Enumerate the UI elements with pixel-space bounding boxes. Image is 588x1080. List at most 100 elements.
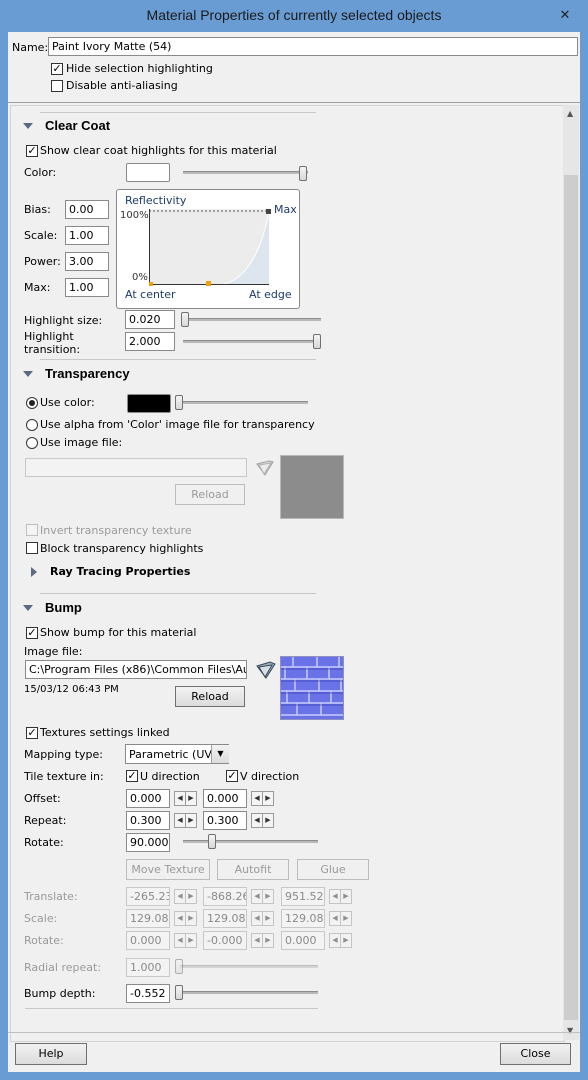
close-icon[interactable]: ✕ bbox=[558, 9, 572, 23]
textures-linked-checkbox[interactable]: ✓ bbox=[26, 727, 38, 739]
clear-coat-color-swatch[interactable] bbox=[126, 163, 170, 182]
use-image-radio[interactable] bbox=[26, 437, 38, 449]
bump-depth-field[interactable]: -0.552 bbox=[126, 984, 170, 1003]
glue-button[interactable]: Glue bbox=[297, 859, 369, 880]
scroll-up-icon[interactable]: ▲ bbox=[567, 109, 573, 118]
highlight-size-label: Highlight size: bbox=[24, 314, 103, 327]
reflectivity-graph[interactable]: Reflectivity 100% 0% Max At center At ed… bbox=[116, 189, 300, 309]
offset-v-stepper[interactable]: ◀ ▶ bbox=[251, 791, 274, 806]
translate-y-field[interactable]: -868.26 bbox=[203, 887, 247, 906]
highlight-transition-slider-thumb[interactable] bbox=[313, 334, 321, 349]
chevron-down-icon[interactable]: ▼ bbox=[211, 745, 229, 763]
scrollbar[interactable]: ▲ ▼ bbox=[563, 105, 579, 1040]
scrollbar-thumb[interactable] bbox=[564, 175, 578, 1020]
graph-x-right: At edge bbox=[249, 288, 292, 301]
repeat-u-stepper[interactable]: ◀ ▶ bbox=[174, 813, 197, 828]
mapping-type-select[interactable]: Parametric (UV) ▼ bbox=[125, 744, 229, 764]
scroll-down-icon[interactable]: ▼ bbox=[567, 1026, 573, 1035]
translate-z-stepper[interactable]: ◀ ▶ bbox=[329, 889, 352, 904]
triangle-down-icon[interactable] bbox=[23, 605, 33, 611]
repeat-v-stepper[interactable]: ◀ ▶ bbox=[251, 813, 274, 828]
transparency-color-swatch[interactable] bbox=[127, 394, 171, 413]
disable-antialias-checkbox[interactable] bbox=[51, 80, 63, 92]
scale-z-stepper[interactable]: ◀ ▶ bbox=[329, 911, 352, 926]
rotate-x-stepper[interactable]: ◀ ▶ bbox=[174, 933, 197, 948]
dialog-client: Name: Paint Ivory Matte (54) ✓ Hide sele… bbox=[8, 32, 580, 1072]
triangle-down-icon[interactable] bbox=[23, 371, 33, 377]
scale-y-stepper[interactable]: ◀ ▶ bbox=[251, 911, 274, 926]
hide-selection-checkbox[interactable]: ✓ bbox=[51, 63, 63, 75]
highlight-size-slider-thumb[interactable] bbox=[181, 312, 189, 327]
repeat-u-field[interactable]: 0.300 bbox=[126, 811, 170, 830]
bump-depth-slider-thumb[interactable] bbox=[175, 985, 183, 1000]
bump-timestamp: 15/03/12 06:43 PM bbox=[24, 684, 119, 695]
highlight-size-field[interactable]: 0.020 bbox=[125, 310, 175, 329]
radial-repeat-slider-track[interactable] bbox=[180, 965, 318, 968]
transparency-reload-button[interactable]: Reload bbox=[175, 484, 245, 505]
invert-transparency-checkbox[interactable] bbox=[26, 524, 38, 536]
autofit-button[interactable]: Autofit bbox=[217, 859, 289, 880]
use-color-radio[interactable] bbox=[26, 397, 38, 409]
translate-z-field[interactable]: 951.525 bbox=[281, 887, 325, 906]
repeat-v-field[interactable]: 0.300 bbox=[203, 811, 247, 830]
use-alpha-radio[interactable] bbox=[26, 419, 38, 431]
rotate-slider-track[interactable] bbox=[183, 840, 318, 843]
scale-x-stepper[interactable]: ◀ ▶ bbox=[174, 911, 197, 926]
block-transparency-checkbox[interactable] bbox=[26, 542, 38, 554]
scale-field[interactable]: 1.00 bbox=[65, 226, 109, 245]
show-bump-label: Show bump for this material bbox=[40, 626, 197, 639]
folder-icon[interactable] bbox=[255, 660, 277, 680]
move-texture-button[interactable]: Move Texture bbox=[126, 859, 210, 880]
color-slider-track[interactable] bbox=[183, 171, 308, 174]
bias-field[interactable]: 0.00 bbox=[65, 200, 109, 219]
highlight-transition-slider-track[interactable] bbox=[183, 340, 321, 343]
triangle-right-icon[interactable] bbox=[31, 567, 37, 577]
scale-y-field[interactable]: 129.087 bbox=[203, 909, 247, 928]
name-field[interactable]: Paint Ivory Matte (54) bbox=[48, 37, 578, 56]
scale-x-field[interactable]: 129.087 bbox=[126, 909, 170, 928]
scale-z-field[interactable]: 129.087 bbox=[281, 909, 325, 928]
translate-x-field[interactable]: -265.23 bbox=[126, 887, 170, 906]
v-direction-checkbox[interactable]: ✓ bbox=[226, 770, 238, 782]
bump-depth-slider-track[interactable] bbox=[180, 991, 318, 994]
rotate-x-field[interactable]: 0.000 bbox=[126, 931, 170, 950]
u-direction-checkbox[interactable]: ✓ bbox=[126, 770, 138, 782]
rotate-y-stepper[interactable]: ◀ ▶ bbox=[251, 933, 274, 948]
power-field[interactable]: 3.00 bbox=[65, 252, 109, 271]
close-button[interactable]: Close bbox=[500, 1043, 571, 1065]
translate-x-stepper[interactable]: ◀ ▶ bbox=[174, 889, 197, 904]
transparency-heading[interactable]: Transparency bbox=[45, 366, 130, 381]
highlight-transition-label: Highlight transition: bbox=[24, 330, 81, 356]
rotate-y-field[interactable]: -0.000 bbox=[203, 931, 247, 950]
radial-repeat-field[interactable]: 1.000 bbox=[126, 958, 170, 977]
transparency-slider-thumb[interactable] bbox=[175, 395, 183, 410]
show-clear-coat-checkbox[interactable]: ✓ bbox=[26, 145, 38, 157]
rotate-z-stepper[interactable]: ◀ ▶ bbox=[329, 933, 352, 948]
repeat-label: Repeat: bbox=[24, 814, 67, 827]
rotate-z-field[interactable]: 0.000 bbox=[281, 931, 325, 950]
transparency-slider-track[interactable] bbox=[180, 401, 308, 404]
translate-y-stepper[interactable]: ◀ ▶ bbox=[251, 889, 274, 904]
offset-u-field[interactable]: 0.000 bbox=[126, 789, 170, 808]
bump-image-path[interactable]: C:\Program Files (x86)\Common Files\Auto… bbox=[25, 660, 247, 679]
triangle-down-icon[interactable] bbox=[23, 123, 33, 129]
title-bar[interactable]: Material Properties of currently selecte… bbox=[0, 0, 588, 32]
max-field[interactable]: 1.00 bbox=[65, 278, 109, 297]
folder-icon[interactable] bbox=[255, 459, 275, 477]
bump-reload-button[interactable]: Reload bbox=[175, 686, 245, 707]
radial-repeat-slider-thumb[interactable] bbox=[175, 959, 183, 974]
rotate-field[interactable]: 90.000 bbox=[126, 833, 170, 852]
show-bump-checkbox[interactable]: ✓ bbox=[26, 627, 38, 639]
color-slider-thumb[interactable] bbox=[299, 166, 307, 181]
ray-tracing-heading[interactable]: Ray Tracing Properties bbox=[50, 565, 190, 578]
highlight-transition-field[interactable]: 2.000 bbox=[125, 332, 175, 351]
rotate-slider-thumb[interactable] bbox=[208, 834, 216, 849]
offset-v-field[interactable]: 0.000 bbox=[203, 789, 247, 808]
clear-coat-heading[interactable]: Clear Coat bbox=[45, 118, 110, 133]
max-label: Max: bbox=[24, 281, 51, 294]
help-button[interactable]: Help bbox=[15, 1043, 87, 1065]
highlight-size-slider-track[interactable] bbox=[183, 318, 321, 321]
bump-heading[interactable]: Bump bbox=[45, 600, 82, 615]
transparency-image-path[interactable] bbox=[25, 458, 247, 477]
offset-u-stepper[interactable]: ◀ ▶ bbox=[174, 791, 197, 806]
